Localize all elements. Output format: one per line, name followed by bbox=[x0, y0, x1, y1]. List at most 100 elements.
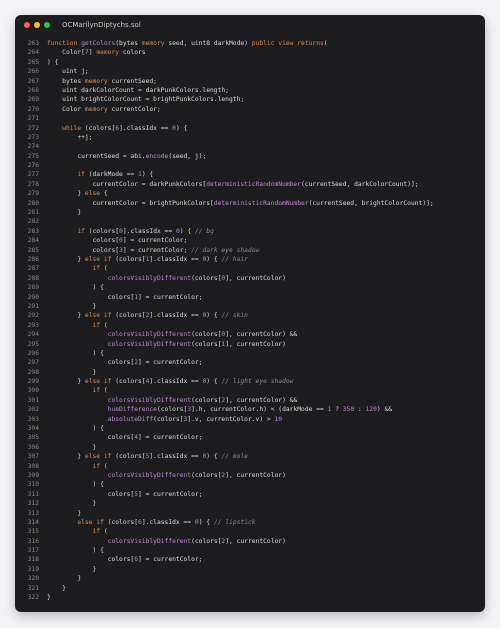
line-number: 318 bbox=[27, 556, 39, 564]
code-line: 270 Color memory currentColor; bbox=[15, 105, 485, 114]
code-token: // hair bbox=[221, 255, 248, 263]
code-token: if bbox=[92, 462, 101, 470]
code-token: (colors[ bbox=[111, 378, 146, 386]
code-token: } bbox=[47, 565, 97, 573]
code-token: 350 bbox=[342, 406, 355, 414]
line-code: if ( bbox=[39, 321, 108, 330]
code-token: ].classIdx == bbox=[149, 378, 203, 386]
code-line: 300 if ( bbox=[15, 386, 485, 395]
code-line: 319 } bbox=[15, 565, 485, 574]
line-number: 313 bbox=[27, 509, 39, 517]
line-code: if ( bbox=[39, 264, 108, 273]
line-number: 273 bbox=[27, 133, 39, 141]
line-number: 274 bbox=[27, 143, 39, 151]
code-token: ? bbox=[331, 406, 343, 414]
line-number: 300 bbox=[27, 387, 39, 395]
line-number: 302 bbox=[27, 406, 39, 414]
code-editor[interactable]: 263 function getColors(bytes memory seed,… bbox=[15, 39, 485, 612]
line-code: absoluteDiff(colors[3].v, currentColor.v… bbox=[39, 415, 282, 424]
code-line: 283 if (colors[0].classIdx == 0) { // bg bbox=[15, 227, 485, 236]
zoom-button[interactable] bbox=[44, 22, 50, 28]
line-code: colors[0] = currentColor; bbox=[39, 236, 187, 245]
line-number: 277 bbox=[27, 171, 39, 179]
line-code: } bbox=[39, 499, 96, 508]
line-number: 291 bbox=[27, 302, 39, 310]
code-token: else if bbox=[84, 378, 112, 386]
code-token: } bbox=[47, 255, 85, 263]
line-code: function getColors(bytes memory seed, ui… bbox=[39, 39, 328, 48]
code-token: ( bbox=[100, 528, 108, 536]
code-token: // mole bbox=[221, 453, 248, 461]
code-line: 303 absoluteDiff(colors[3].v, currentCol… bbox=[15, 415, 485, 424]
code-token: ) { bbox=[206, 312, 222, 320]
code-token: else if bbox=[84, 312, 112, 320]
line-code: uint darkColorCount = darkPunkColors.len… bbox=[39, 86, 229, 95]
line-number: 276 bbox=[27, 162, 39, 170]
line-code: currentColor = darkPunkColors[determinis… bbox=[39, 180, 418, 189]
line-code: } else if (colors[5].classIdx == 0) { //… bbox=[39, 452, 248, 461]
code-token: ] = currentColor; bbox=[122, 237, 188, 245]
code-token: (seed, j); bbox=[168, 152, 207, 160]
line-number: 271 bbox=[27, 115, 39, 123]
code-line: 299 } else if (colors[4].classIdx == 0) … bbox=[15, 377, 485, 386]
line-code: if ( bbox=[39, 527, 108, 536]
code-line: 275 currentSeed = abi.encode(seed, j); bbox=[15, 152, 485, 161]
code-token: } bbox=[47, 378, 85, 386]
code-token: ], currentColor) bbox=[225, 274, 286, 282]
line-code: colorsVisiblyDifferent(colors[2], curren… bbox=[39, 471, 286, 480]
line-number: 285 bbox=[27, 246, 39, 254]
code-token: Color[ bbox=[47, 49, 85, 57]
close-button[interactable] bbox=[24, 22, 30, 28]
line-code: ) { bbox=[39, 424, 103, 433]
code-token: memory bbox=[84, 105, 108, 113]
title-bar: OCMarilynDiptychs.sol bbox=[15, 15, 485, 35]
minimize-button[interactable] bbox=[34, 22, 40, 28]
code-line: 282 bbox=[15, 217, 485, 226]
line-code: colors[1] = currentColor; bbox=[39, 293, 203, 302]
code-line: 293 if ( bbox=[15, 321, 485, 330]
code-line: 310 ) { bbox=[15, 480, 485, 489]
line-number: 266 bbox=[27, 68, 39, 76]
code-line: 295 colorsVisiblyDifferent(colors[1], cu… bbox=[15, 340, 485, 349]
code-token: uint brightColorCount = brightPunkColors… bbox=[47, 96, 245, 104]
code-line: 291 } bbox=[15, 302, 485, 311]
line-code: if (colors[0].classIdx == 0) { // bg bbox=[39, 227, 214, 236]
code-token: (colors[ bbox=[111, 312, 146, 320]
code-token: (colors[ bbox=[191, 537, 222, 545]
code-token: hueDifference bbox=[107, 406, 157, 414]
line-code: } bbox=[39, 368, 96, 377]
line-code: } bbox=[39, 302, 96, 311]
code-line: 287 if ( bbox=[15, 264, 485, 273]
code-token: while bbox=[62, 124, 82, 132]
code-token: colors[ bbox=[47, 434, 135, 442]
code-token: ( bbox=[323, 40, 328, 47]
code-line: 308 if ( bbox=[15, 462, 485, 471]
code-line: 311 colors[5] = currentColor; bbox=[15, 490, 485, 499]
code-token: (colors[ bbox=[111, 453, 146, 461]
line-number: 315 bbox=[27, 528, 39, 536]
code-line: 271 bbox=[15, 114, 485, 123]
line-number: 294 bbox=[27, 331, 39, 339]
code-line: 266 uint j; bbox=[15, 67, 485, 76]
line-number: 319 bbox=[27, 565, 39, 573]
code-line: 288 colorsVisiblyDifferent(colors[0], cu… bbox=[15, 274, 485, 283]
code-token: else bbox=[84, 190, 101, 198]
code-line: 285 colors[3] = currentColor; // dark ey… bbox=[15, 246, 485, 255]
line-code: else if (colors[6].classIdx == 0) { // l… bbox=[39, 518, 255, 527]
code-line: 321 } bbox=[15, 584, 485, 593]
code-token: seed, uint8 darkMode) bbox=[164, 40, 252, 47]
code-token: 10 bbox=[274, 415, 283, 423]
line-code: colors[4] = currentColor; bbox=[39, 433, 203, 442]
code-line: 272 while (colors[6].classIdx == 0) { bbox=[15, 124, 485, 133]
code-token: if bbox=[92, 265, 101, 273]
code-token: (colors[ bbox=[156, 406, 188, 414]
line-number: 304 bbox=[27, 425, 39, 433]
line-number: 296 bbox=[27, 349, 39, 357]
code-token: 120 bbox=[365, 406, 377, 414]
code-token: ) { bbox=[47, 58, 59, 66]
line-code: } bbox=[39, 593, 51, 602]
